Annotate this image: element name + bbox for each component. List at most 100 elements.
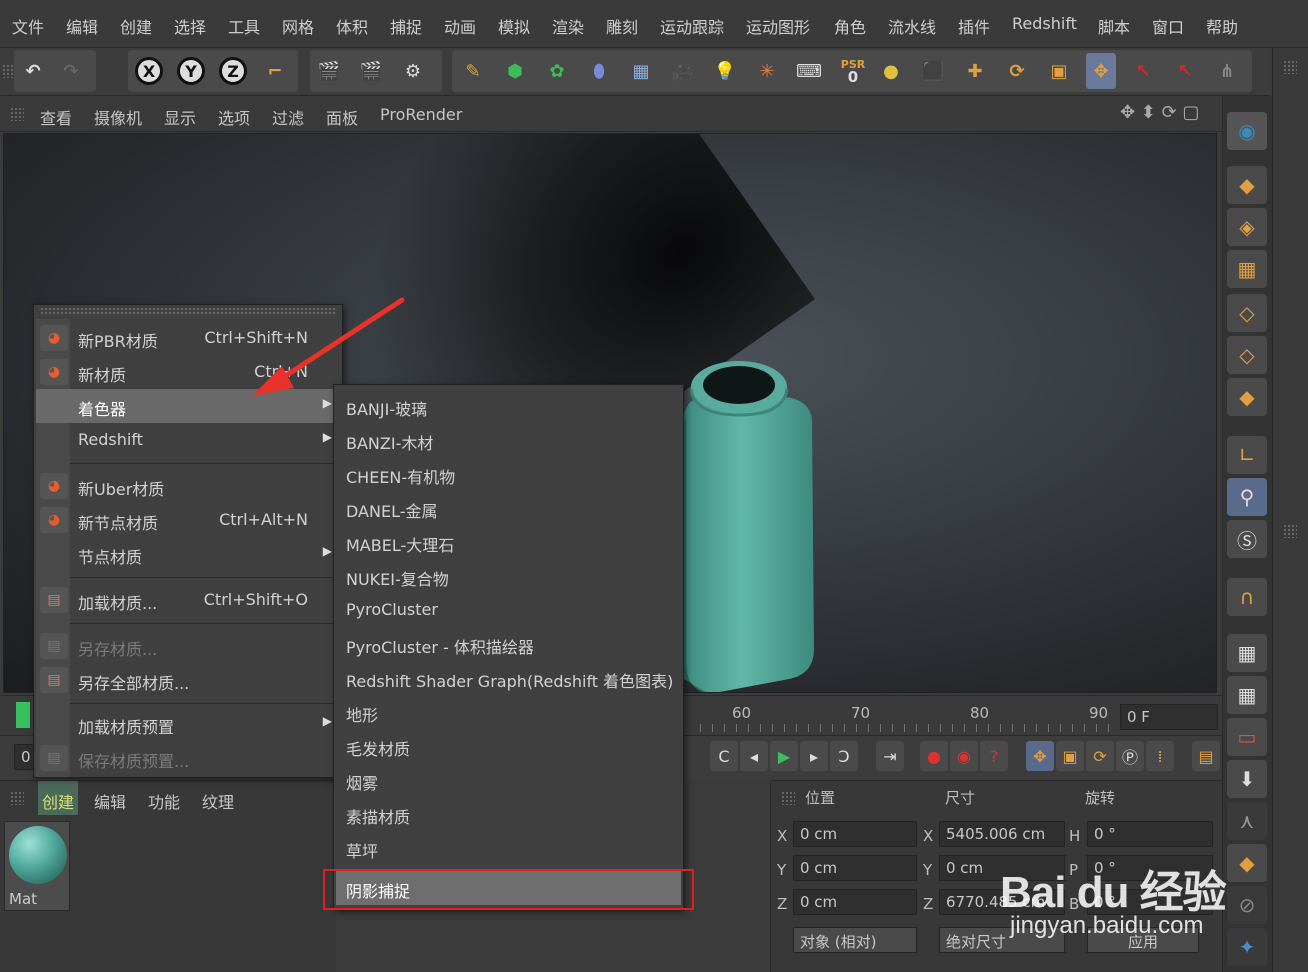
- python-icon[interactable]: ✦: [1227, 928, 1267, 966]
- position-x-field[interactable]: 0 cm: [793, 821, 917, 847]
- move-tool-active-icon[interactable]: ✥: [1086, 53, 1116, 89]
- model-mode-icon[interactable]: ◆: [1227, 166, 1267, 204]
- menu-item-load-material[interactable]: ▤ 加载材质... Ctrl+Shift+O: [36, 583, 340, 617]
- position-y-field[interactable]: 0 cm: [793, 855, 917, 881]
- deformer-icon[interactable]: ⬮: [584, 53, 614, 89]
- menu-redshift[interactable]: Redshift: [1012, 14, 1077, 33]
- texture-mode-icon[interactable]: ◈: [1227, 208, 1267, 246]
- download-icon[interactable]: ⬇: [1227, 760, 1267, 798]
- undo-icon[interactable]: ↶: [18, 53, 48, 89]
- filter-menu[interactable]: 过滤: [272, 105, 304, 129]
- tab-create[interactable]: 创建: [38, 781, 79, 815]
- options-menu[interactable]: 选项: [218, 105, 250, 129]
- shader-item-terrain[interactable]: 地形: [336, 695, 681, 729]
- menu-character[interactable]: 角色: [834, 14, 866, 38]
- menu-item-redshift[interactable]: Redshift ▶: [36, 423, 340, 457]
- menu-pipeline[interactable]: 流水线: [888, 14, 936, 38]
- coordinate-mode-dropdown[interactable]: 对象 (相对): [793, 927, 917, 953]
- shader-item-hair[interactable]: 毛发材质: [336, 729, 681, 763]
- rotate-icon[interactable]: ⟳: [1002, 53, 1032, 89]
- globe-icon[interactable]: ◉: [1227, 112, 1267, 150]
- menu-item-save-all-materials[interactable]: ▤ 另存全部材质...: [36, 663, 340, 697]
- menu-item-save-material[interactable]: ▤ 另存材质...: [36, 629, 340, 663]
- menu-volume[interactable]: 体积: [336, 14, 368, 38]
- menu-sculpt[interactable]: 雕刻: [606, 14, 638, 38]
- shader-item-mabel[interactable]: MABEL-大理石: [336, 525, 681, 559]
- record-icon[interactable]: ●: [920, 741, 948, 771]
- menu-item-save-material-preset[interactable]: ▤ 保存材质预置...: [36, 741, 340, 775]
- script-icon[interactable]: ⌨: [794, 53, 824, 89]
- orange-cube-icon[interactable]: ◆: [1227, 844, 1267, 882]
- solo-icon[interactable]: Ⓢ: [1227, 520, 1267, 558]
- x-axis-lock-button[interactable]: X: [134, 53, 164, 89]
- menu-edit[interactable]: 编辑: [66, 14, 98, 38]
- edges-mode-icon[interactable]: ◇: [1227, 336, 1267, 374]
- menu-plugins[interactable]: 插件: [958, 14, 990, 38]
- key-param-icon[interactable]: Ⓟ: [1116, 741, 1144, 771]
- y-axis-lock-button[interactable]: Y: [176, 53, 206, 89]
- shader-item-redshift-graph[interactable]: Redshift Shader Graph(Redshift 着色图表): [336, 661, 681, 695]
- menu-snap[interactable]: 捕捉: [390, 14, 422, 38]
- goto-start-icon[interactable]: C: [710, 741, 738, 771]
- menu-item-node-material[interactable]: 节点材质 ▶: [36, 537, 340, 571]
- menu-select[interactable]: 选择: [174, 14, 206, 38]
- cube-green-icon[interactable]: ⬢: [500, 53, 530, 89]
- menu-mograph[interactable]: 运动图形: [746, 14, 810, 38]
- view-menu[interactable]: 查看: [40, 105, 72, 129]
- snap-axis-icon[interactable]: ●: [876, 53, 906, 89]
- prorender-menu[interactable]: ProRender: [380, 105, 462, 124]
- floor-icon[interactable]: ▦: [626, 53, 656, 89]
- shader-item-nukei[interactable]: NUKEI-复合物: [336, 559, 681, 593]
- window-icon[interactable]: ▭: [1227, 718, 1267, 756]
- subdivision-icon[interactable]: ✿: [542, 53, 572, 89]
- shader-item-pyrocluster-volume[interactable]: PyroCluster - 体积描绘器: [336, 627, 681, 661]
- pen-icon[interactable]: ✎: [458, 53, 488, 89]
- shader-item-sketch[interactable]: 素描材质: [336, 797, 681, 831]
- menu-motion-tracking[interactable]: 运动跟踪: [660, 14, 724, 38]
- key-scale-icon[interactable]: ▣: [1056, 741, 1084, 771]
- loop-icon[interactable]: ⇥: [876, 741, 904, 771]
- autokey-icon[interactable]: ◉: [950, 741, 978, 771]
- points-mode-icon[interactable]: ◇: [1227, 294, 1267, 332]
- panel-menu[interactable]: 面板: [326, 105, 358, 129]
- redo-icon[interactable]: ↷: [56, 53, 86, 89]
- render-settings-icon[interactable]: ⚙: [398, 53, 428, 89]
- shader-item-pyrocluster[interactable]: PyroCluster: [336, 593, 681, 627]
- menu-simulate[interactable]: 模拟: [498, 14, 530, 38]
- axis-mode-icon[interactable]: ∟: [1227, 436, 1267, 474]
- z-axis-lock-button[interactable]: Z: [218, 53, 248, 89]
- menu-help[interactable]: 帮助: [1206, 14, 1238, 38]
- tab-edit[interactable]: 编辑: [94, 789, 126, 813]
- render-picture-viewer-icon[interactable]: 🎬: [356, 53, 386, 89]
- move-icon[interactable]: ✚: [960, 53, 990, 89]
- menu-script[interactable]: 脚本: [1098, 14, 1130, 38]
- shader-item-lawn[interactable]: 草坪: [336, 831, 681, 865]
- next-frame-icon[interactable]: ▸: [800, 741, 828, 771]
- key-move-icon[interactable]: ✥: [1026, 741, 1054, 771]
- menu-item-new-node-material[interactable]: ◕ 新节点材质 Ctrl+Alt+N: [36, 503, 340, 537]
- coordinate-system-icon[interactable]: ⌐: [260, 53, 290, 89]
- render-view-icon[interactable]: 🎬: [314, 53, 344, 89]
- character-icon[interactable]: ⋏: [1227, 802, 1267, 840]
- viewport-navigation-icons[interactable]: ✥ ⬍ ⟳ ▢: [1120, 102, 1199, 123]
- light-icon[interactable]: 💡: [710, 53, 740, 89]
- camera-icon[interactable]: 🎥: [668, 53, 698, 89]
- selection-icon[interactable]: ↖: [1128, 53, 1158, 89]
- prev-frame-icon[interactable]: ◂: [740, 741, 768, 771]
- viewport-grip[interactable]: [10, 107, 24, 121]
- end-frame-field[interactable]: 0 F: [1120, 704, 1218, 730]
- size-x-field[interactable]: 5405.006 cm: [939, 821, 1065, 847]
- menu-item-new-uber-material[interactable]: ◕ 新Uber材质: [36, 469, 340, 503]
- menu-file[interactable]: 文件: [12, 14, 44, 38]
- polygons-mode-icon[interactable]: ◆: [1227, 378, 1267, 416]
- tab-function[interactable]: 功能: [148, 789, 180, 813]
- menu-window[interactable]: 窗口: [1152, 14, 1184, 38]
- key-rotate-icon[interactable]: ⟳: [1086, 741, 1114, 771]
- cube-blue-icon[interactable]: ⬛: [918, 53, 948, 89]
- key-grid-icon[interactable]: ⁞: [1146, 741, 1174, 771]
- tweak-mode-icon[interactable]: ⚲: [1227, 478, 1267, 516]
- menu-mesh[interactable]: 网格: [282, 14, 314, 38]
- timeline-start-marker[interactable]: [16, 702, 30, 728]
- workplane-icon[interactable]: ▦: [1227, 250, 1267, 288]
- scale-icon[interactable]: ▣: [1044, 53, 1074, 89]
